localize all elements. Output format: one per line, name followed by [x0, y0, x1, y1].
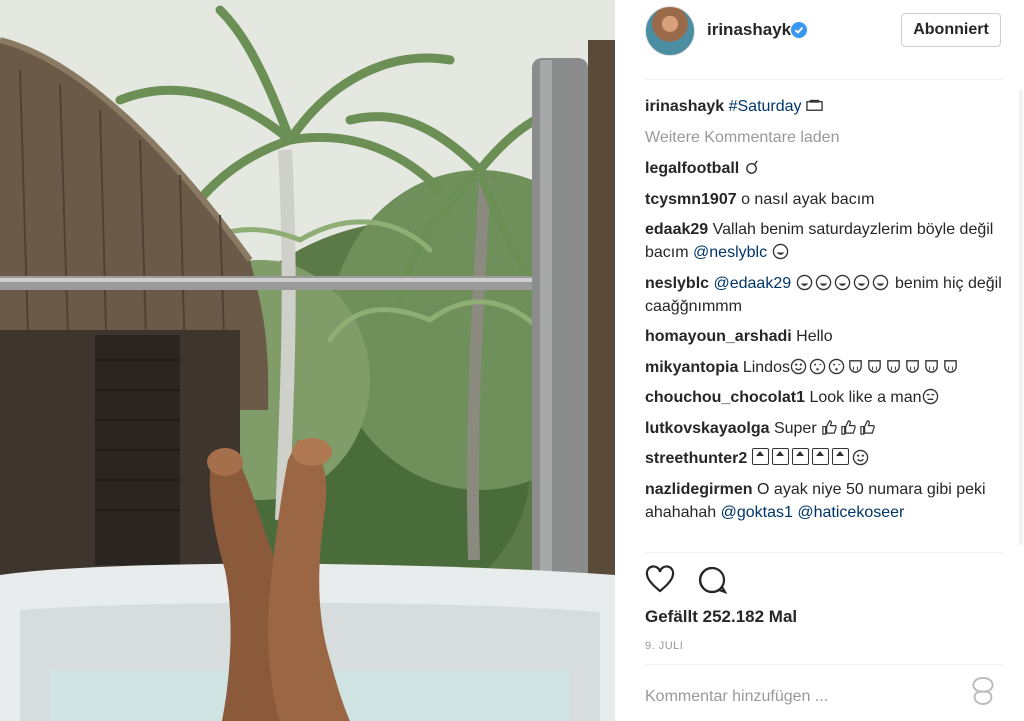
add-comment-input[interactable] [645, 688, 945, 706]
comment-username[interactable]: neslyblc [645, 275, 709, 292]
top-emoji-icon [811, 448, 829, 465]
caption: irinashayk #Saturday [645, 95, 1007, 118]
header-username[interactable]: irinashayk [707, 20, 791, 40]
comments-list: irinashayk #Saturday Weitere Kommentare … [645, 95, 1007, 550]
comment-item: chouchou_chocolat1 Look like a man [645, 386, 1007, 409]
tongue-emoji-icon [868, 359, 881, 373]
tongue-emoji-icon [925, 359, 938, 373]
emoji-icon [806, 99, 823, 111]
laughing-emoji-icon [772, 243, 788, 260]
comment-username[interactable]: mikyantopia [645, 359, 738, 376]
comment-text: Lindos [742, 358, 790, 376]
comment-username[interactable]: tcysmn1907 [645, 191, 737, 208]
laughing-emoji-icon [853, 274, 869, 290]
comment-username[interactable]: legalfootball [645, 160, 739, 177]
comment-input-divider [645, 664, 1003, 665]
post-panel: irinashayk Abonniert irinashayk #Saturda… [615, 0, 1024, 721]
tongue-emoji-icon [849, 359, 862, 373]
laughing-emoji-icon [815, 274, 831, 290]
laughing-emoji-icon [872, 274, 888, 290]
comment-item: streethunter2 [645, 447, 1007, 470]
avatar[interactable] [645, 6, 695, 56]
laughing-emoji-icon [834, 274, 850, 290]
kiss-emoji-icon [828, 358, 845, 374]
comment-username[interactable]: nazlidegirmen [645, 481, 753, 498]
comment-text: Super [773, 419, 817, 437]
comment-mention[interactable]: @edaak29 [713, 275, 791, 292]
comment-item: mikyantopia Lindos [645, 356, 1007, 379]
unamused-emoji-icon [922, 388, 938, 405]
load-more-comments-link[interactable]: Weitere Kommentare laden [645, 126, 1007, 149]
comment-text: Hello [796, 328, 833, 345]
post-date[interactable]: 9. JULI [645, 640, 683, 652]
top-emoji-icon [831, 448, 849, 465]
comment-username[interactable]: homayoun_arshadi [645, 328, 792, 345]
comment-mention[interactable]: @neslyblc [693, 244, 767, 261]
top-emoji-icon [771, 448, 789, 465]
laughing-emoji-icon [796, 274, 812, 290]
top-emoji-icon [791, 448, 809, 465]
heart-eyes-emoji-icon [852, 449, 868, 466]
tongue-emoji-icon [944, 359, 957, 373]
photo-illustration [0, 0, 615, 721]
header-divider [645, 79, 1003, 80]
comments-scrollbar[interactable] [1019, 90, 1023, 545]
likes-count[interactable]: Gefällt 252.182 Mal [645, 607, 797, 627]
heart-icon[interactable] [645, 565, 675, 595]
comment-item: legalfootball [645, 157, 1007, 180]
comment-item: edaak29 Vallah benim saturdayzlerim böyl… [645, 218, 1007, 264]
comment-username[interactable]: edaak29 [645, 221, 708, 238]
follow-button[interactable]: Abonniert [901, 13, 1001, 47]
tongue-emoji-icon [906, 359, 919, 373]
comment-item: tcysmn1907 o nasıl ayak bacım [645, 188, 1007, 211]
kiss-emoji-icon [809, 358, 826, 374]
comment-username[interactable]: lutkovskayaolga [645, 420, 770, 437]
thumbs-up-emoji-icon [860, 419, 875, 435]
ok-hand-emoji-icon [745, 160, 758, 174]
post-photo[interactable] [0, 0, 615, 721]
comment-text: Look like a man [809, 389, 922, 406]
comment-icon[interactable] [697, 565, 727, 595]
verified-badge-icon [791, 22, 807, 38]
thumbs-up-emoji-icon [841, 419, 856, 435]
comment-mention[interactable]: @goktas1 [721, 504, 793, 521]
comment-text: o nasıl ayak bacım [741, 190, 875, 208]
comment-item: neslyblc @edaak29 benim hiç değil caağğn… [645, 272, 1007, 318]
top-emoji-icon [751, 448, 769, 465]
caption-username[interactable]: irinashayk [645, 98, 724, 115]
post-header: irinashayk Abonniert [615, 0, 1024, 80]
thumbs-up-emoji-icon [822, 419, 837, 435]
heart-eyes-emoji-icon [790, 358, 807, 374]
comment-username[interactable]: chouchou_chocolat1 [645, 389, 805, 406]
actions-divider [645, 552, 1003, 553]
tongue-emoji-icon [887, 359, 900, 373]
comment-item: nazlidegirmen O ayak niye 50 numara gibi… [645, 478, 1007, 524]
more-options-icon[interactable] [967, 675, 999, 707]
caption-hashtag[interactable]: #Saturday [729, 98, 802, 115]
comment-item: homayoun_arshadi Hello [645, 325, 1007, 348]
comment-mention[interactable]: @haticekoseer [797, 504, 904, 521]
comment-item: lutkovskayaolga Super [645, 417, 1007, 440]
comment-username[interactable]: streethunter2 [645, 450, 747, 467]
